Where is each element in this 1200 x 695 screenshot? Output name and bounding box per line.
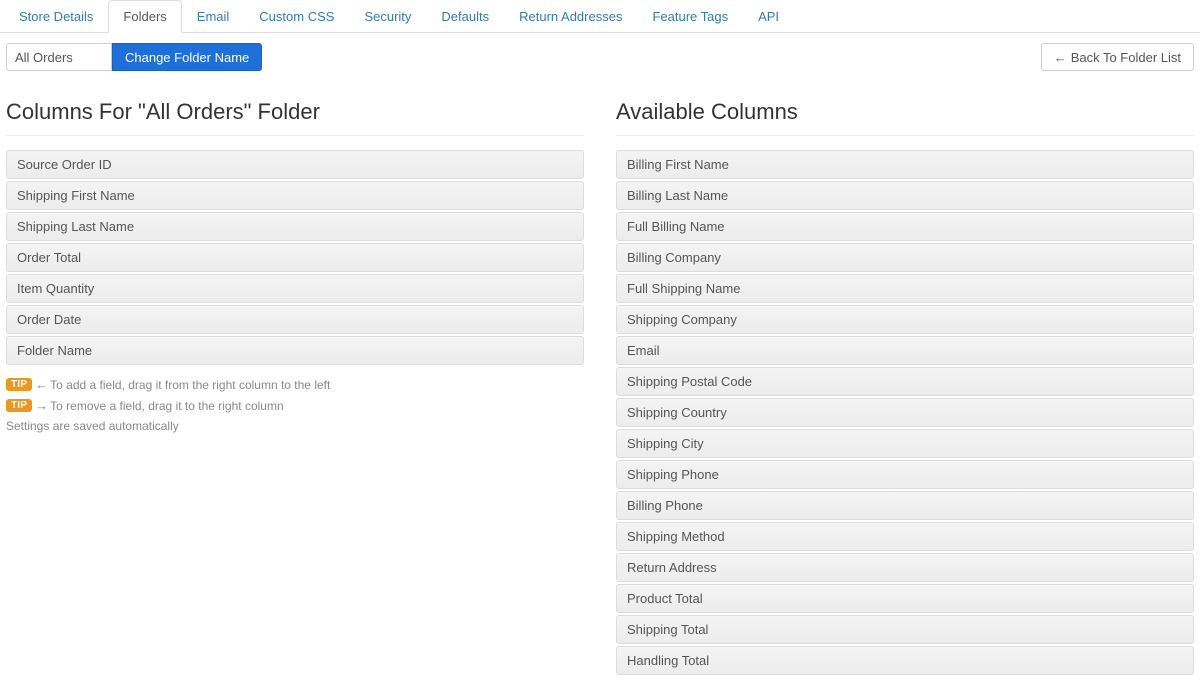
back-button-label: Back To Folder List <box>1071 51 1181 64</box>
tab-security[interactable]: Security <box>349 0 426 33</box>
list-item[interactable]: Shipping Phone <box>616 460 1194 489</box>
list-item[interactable]: Shipping First Name <box>6 181 584 210</box>
arrow-left-icon: ← <box>1054 51 1067 64</box>
list-item[interactable]: Full Billing Name <box>616 212 1194 241</box>
arrow-right-icon: → <box>35 398 47 413</box>
list-item[interactable]: Order Date <box>6 305 584 334</box>
list-item[interactable]: Full Shipping Name <box>616 274 1194 303</box>
toolbar: Change Folder Name ← Back To Folder List <box>0 33 1200 81</box>
selected-columns-panel: Columns For "All Orders" Folder Source O… <box>6 81 584 675</box>
selected-columns-list[interactable]: Source Order IDShipping First NameShippi… <box>6 150 584 365</box>
list-item[interactable]: Shipping Total <box>616 615 1194 644</box>
list-item[interactable]: Order Total <box>6 243 584 272</box>
tabs: Store DetailsFoldersEmailCustom CSSSecur… <box>0 0 1200 33</box>
available-columns-panel: Available Columns Billing First NameBill… <box>616 81 1194 675</box>
list-item[interactable]: Shipping Postal Code <box>616 367 1194 396</box>
list-item[interactable]: Billing Last Name <box>616 181 1194 210</box>
list-item[interactable]: Shipping Country <box>616 398 1194 427</box>
tab-api[interactable]: API <box>743 0 794 33</box>
list-item[interactable]: Email <box>616 336 1194 365</box>
hint-add-text: To add a field, drag it from the right c… <box>50 378 330 392</box>
list-item[interactable]: Billing Company <box>616 243 1194 272</box>
list-item[interactable]: Billing First Name <box>616 150 1194 179</box>
list-item[interactable]: Product Total <box>616 584 1194 613</box>
list-item[interactable]: Source Order ID <box>6 150 584 179</box>
selected-columns-heading: Columns For "All Orders" Folder <box>6 99 584 136</box>
change-folder-name-button[interactable]: Change Folder Name <box>112 43 262 71</box>
list-item[interactable]: Folder Name <box>6 336 584 365</box>
hint-autosave-text: Settings are saved automatically <box>6 419 179 433</box>
tab-return-addresses[interactable]: Return Addresses <box>504 0 637 33</box>
tab-folders[interactable]: Folders <box>108 0 181 33</box>
list-item[interactable]: Shipping City <box>616 429 1194 458</box>
hint-remove-text: To remove a field, drag it to the right … <box>50 399 283 413</box>
tab-custom-css[interactable]: Custom CSS <box>244 0 349 33</box>
tip-badge: TIP <box>6 378 32 391</box>
tab-email[interactable]: Email <box>182 0 245 33</box>
list-item[interactable]: Return Address <box>616 553 1194 582</box>
list-item[interactable]: Shipping Method <box>616 522 1194 551</box>
list-item[interactable]: Shipping Last Name <box>6 212 584 241</box>
list-item[interactable]: Shipping Company <box>616 305 1194 334</box>
available-columns-list[interactable]: Billing First NameBilling Last NameFull … <box>616 150 1194 675</box>
tip-badge: TIP <box>6 399 32 412</box>
folder-name-input[interactable] <box>6 43 112 71</box>
hints: TIP ← To add a field, drag it from the r… <box>6 377 584 433</box>
list-item[interactable]: Billing Phone <box>616 491 1194 520</box>
tab-store-details[interactable]: Store Details <box>4 0 108 33</box>
arrow-left-icon: ← <box>35 377 47 392</box>
tab-feature-tags[interactable]: Feature Tags <box>637 0 743 33</box>
available-columns-heading: Available Columns <box>616 99 1194 136</box>
list-item[interactable]: Handling Total <box>616 646 1194 675</box>
tab-defaults[interactable]: Defaults <box>426 0 504 33</box>
list-item[interactable]: Item Quantity <box>6 274 584 303</box>
back-to-folder-list-button[interactable]: ← Back To Folder List <box>1041 43 1194 71</box>
